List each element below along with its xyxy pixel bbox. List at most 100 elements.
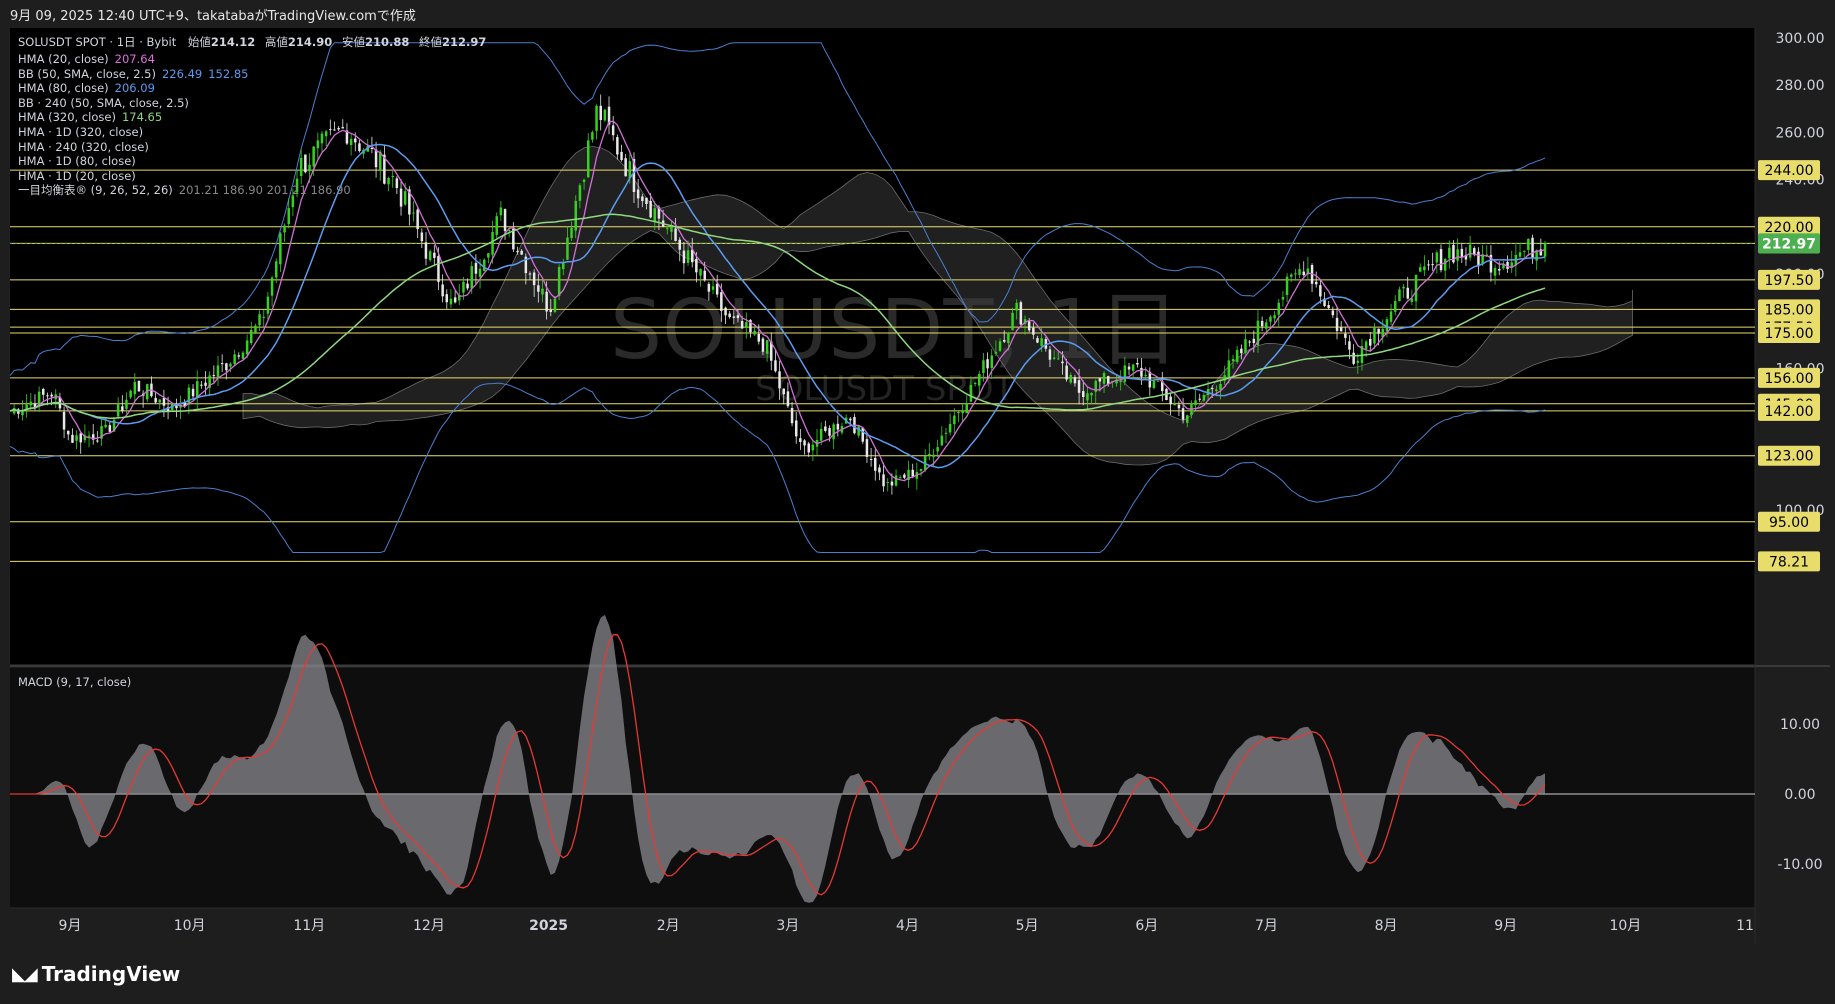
legend-indicator-2: HMA (80, close) 206.09	[18, 81, 155, 95]
legend-indicator-label: HMA (80, close)	[18, 81, 109, 96]
candle-body	[961, 410, 964, 414]
candle-body	[724, 307, 727, 316]
legend-indicator-label: BB (50, SMA, close, 2.5)	[18, 66, 156, 81]
candle-body	[645, 197, 648, 204]
candle-body	[204, 382, 207, 386]
candle-body	[499, 207, 503, 216]
candle-body	[266, 296, 270, 314]
candle-body	[1414, 275, 1418, 302]
time-label: 10月	[174, 918, 206, 934]
legend-indicator-1: BB (50, SMA, close, 2.5) 226.49 152.85	[18, 67, 248, 81]
candle-body	[125, 399, 128, 409]
candle-body	[121, 406, 124, 411]
candle-body	[503, 209, 507, 231]
candle-body	[1003, 340, 1006, 342]
candle-body	[1373, 327, 1376, 344]
candle-body	[1443, 258, 1447, 271]
legend-open-label: 始値	[187, 35, 211, 49]
candle-body	[1394, 301, 1397, 312]
candle-body	[1348, 341, 1351, 350]
candle-body	[1427, 264, 1430, 266]
candle-body	[928, 454, 931, 455]
candle-body	[1169, 396, 1172, 405]
candle-body	[1123, 365, 1127, 382]
candle-body	[1298, 269, 1301, 275]
time-label: 5月	[1016, 918, 1039, 934]
legend-indicator-0: HMA (20, close) 207.64	[18, 52, 155, 66]
candle-body	[520, 250, 523, 255]
tradingview-logo-icon: ◣◢	[12, 963, 38, 985]
candle-body	[1007, 332, 1010, 344]
legend-close: 212.97	[442, 35, 487, 49]
candle-body	[241, 352, 245, 359]
candle-body	[1364, 341, 1368, 349]
candle-body	[757, 334, 760, 342]
legend-indicator-label: HMA (320, close)	[18, 110, 116, 125]
legend-high-label: 高値	[264, 35, 288, 49]
candle-body	[1419, 267, 1422, 272]
candle-body	[466, 283, 469, 289]
level-tag-label: 123.00	[1765, 449, 1814, 465]
candle-body	[944, 432, 948, 434]
candle-body	[42, 389, 45, 395]
candle-body	[87, 435, 91, 437]
candle-body	[1406, 287, 1409, 299]
candle-body	[828, 428, 831, 436]
candle-body	[312, 146, 315, 167]
candle-body	[782, 388, 785, 395]
candle-body	[96, 440, 99, 442]
time-axis[interactable]: 9月 10月 11月 12月 2025 2月 3月 4月 5月 6月 7月 8月 9月 10月 11	[59, 918, 1754, 934]
candle-body	[1331, 310, 1335, 316]
candle-body	[1119, 381, 1122, 383]
candle-body	[1439, 249, 1443, 271]
candle-body	[1335, 317, 1339, 331]
candle-body	[587, 140, 590, 178]
candle-body	[324, 131, 328, 137]
level-tag-label: 78.21	[1769, 554, 1809, 570]
candle-body	[1473, 248, 1476, 255]
candle-body	[562, 262, 565, 270]
legend-indicator-value: 201.21 186.90 201.21 186.90	[178, 183, 351, 198]
candle-body	[591, 132, 594, 140]
candle-body	[245, 340, 249, 355]
candle-body	[283, 225, 286, 233]
price-tick-label: 300.00	[1776, 31, 1825, 47]
candle-body	[890, 481, 894, 486]
candle-body	[753, 330, 756, 335]
candle-body	[75, 435, 78, 441]
watermark-sub: SOLUSDT SPOT	[755, 369, 1015, 409]
candle-body	[1186, 415, 1189, 423]
candle-body	[736, 315, 740, 319]
tradingview-brand: TradingView	[41, 962, 181, 986]
legend-indicator-value2: 152.85	[208, 66, 249, 81]
legend-indicator-label: HMA (20, close)	[18, 52, 109, 66]
candle-body	[666, 228, 669, 230]
candle-body	[1069, 374, 1072, 383]
level-tag-label: 142.00	[1765, 404, 1814, 420]
candle-body	[275, 261, 278, 278]
tradingview-logo[interactable]: ◣◢ TradingView	[12, 962, 180, 986]
candle-body	[1152, 381, 1156, 388]
time-label: 11月	[293, 918, 325, 934]
candle-body	[790, 408, 794, 424]
macd-axis[interactable]: 10.00 0.00 -10.00	[1777, 717, 1822, 873]
candle-body	[258, 314, 261, 325]
candle-body	[1107, 376, 1110, 384]
candle-body	[1352, 352, 1355, 364]
candle-body	[412, 212, 415, 214]
chart-canvas[interactable]: SOLUSDT, 1日 SOLUSDT SPOT 300.00280.00260…	[0, 0, 1835, 1004]
candle-body	[874, 457, 877, 471]
candle-body	[1277, 302, 1280, 315]
candle-body	[50, 394, 53, 397]
candle-body	[1244, 339, 1247, 353]
candle-body	[196, 381, 199, 398]
level-tag-label: 197.50	[1765, 273, 1814, 289]
candle-body	[1019, 302, 1023, 325]
candle-body	[1356, 360, 1360, 363]
candle-body	[133, 381, 137, 395]
candle-body	[649, 200, 652, 218]
candle-body	[557, 266, 561, 297]
candle-body	[1131, 364, 1135, 371]
candle-body	[1285, 276, 1289, 295]
candle-body	[399, 188, 403, 207]
